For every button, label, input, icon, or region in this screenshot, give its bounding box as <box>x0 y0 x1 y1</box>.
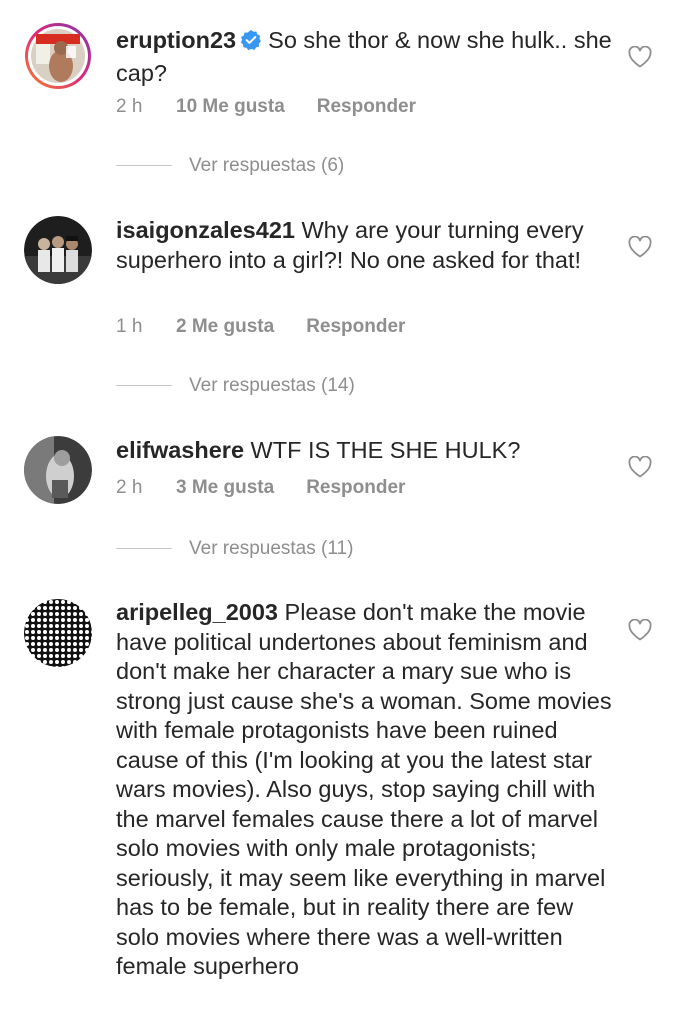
heart-outline-icon[interactable] <box>628 45 652 68</box>
divider <box>116 548 172 550</box>
comment-likes[interactable]: 10 Me gusta <box>176 96 285 118</box>
avatar[interactable] <box>24 216 92 284</box>
comment-username[interactable]: isaigonzales421 <box>116 217 295 243</box>
view-replies-label: Ver respuestas (14) <box>189 375 355 396</box>
reply-button[interactable]: Responder <box>317 96 416 118</box>
view-replies-label: Ver respuestas (6) <box>189 155 345 176</box>
reply-button[interactable]: Responder <box>306 477 405 499</box>
comment-username[interactable]: eruption23 <box>116 27 236 53</box>
comment-body: WTF IS THE SHE HULK? <box>250 437 521 463</box>
heart-outline-icon[interactable] <box>628 235 652 258</box>
view-replies-label: Ver respuestas (11) <box>189 538 354 559</box>
comment-text: aripelleg_2003 Please don't make the mov… <box>116 598 614 982</box>
comment-username[interactable]: aripelleg_2003 <box>116 599 278 625</box>
view-replies-link[interactable]: Ver respuestas (6) <box>116 155 344 179</box>
comment-body: Please don't make the movie have politic… <box>116 599 612 979</box>
view-replies-link[interactable]: Ver respuestas (14) <box>116 375 355 399</box>
avatar[interactable] <box>24 22 92 90</box>
comment-likes[interactable]: 2 Me gusta <box>176 316 274 338</box>
comment-meta: 1 h 2 Me gusta Responder <box>116 316 405 338</box>
heart-outline-icon[interactable] <box>628 618 652 641</box>
avatar[interactable] <box>24 599 92 667</box>
comment-time: 2 h <box>116 477 143 498</box>
verified-badge-icon <box>240 29 262 59</box>
comment-time: 2 h <box>116 96 143 117</box>
comment-meta: 2 h 3 Me gusta Responder <box>116 477 405 499</box>
comment-username[interactable]: elifwashere <box>116 437 244 463</box>
comment-likes[interactable]: 3 Me gusta <box>176 477 274 499</box>
comment-text: elifwashere WTF IS THE SHE HULK? <box>116 436 614 466</box>
divider <box>116 165 172 167</box>
view-replies-link[interactable]: Ver respuestas (11) <box>116 538 353 562</box>
comment-meta: 2 h 10 Me gusta Responder <box>116 96 416 118</box>
reply-button[interactable]: Responder <box>306 316 405 338</box>
divider <box>116 385 172 387</box>
comment-text: eruption23 So she thor & now she hulk.. s… <box>116 26 614 88</box>
comment-time: 1 h <box>116 316 143 337</box>
heart-outline-icon[interactable] <box>628 455 652 478</box>
avatar[interactable] <box>24 436 92 504</box>
comment-text: isaigonzales421 Why are your turning eve… <box>116 216 614 275</box>
